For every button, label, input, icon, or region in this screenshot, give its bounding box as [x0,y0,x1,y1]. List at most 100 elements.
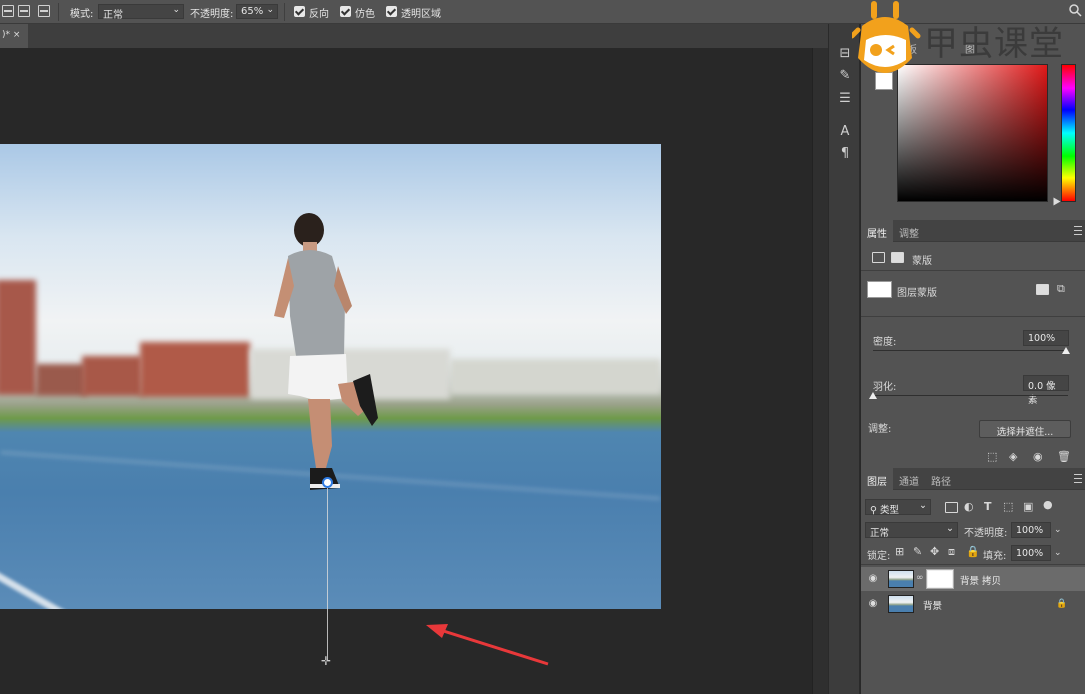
fill-label: 填充: [983,551,1007,562]
runner-figure [274,213,378,490]
chevron-down-icon: ⌄ [946,523,954,534]
pixel-mask-icon[interactable] [872,252,885,263]
watermark-text: 甲虫课堂 [924,24,1064,64]
layer-mask-thumbnail[interactable] [867,281,892,298]
filter-adjustment-icon[interactable]: ◐ [964,501,974,513]
filter-smart-object-icon[interactable]: ▣ [1023,501,1033,513]
layer-row-background-copy[interactable]: ◉ ∞ 背景 拷贝 [861,567,1085,591]
filter-shape-icon[interactable]: ⬚ [1003,501,1013,513]
blend-mode-value: 正常 [870,528,890,539]
mode-value: 正常 [103,10,123,21]
filter-type-icon[interactable]: T [984,501,992,513]
adjustments-icon[interactable]: ☰ [837,91,853,107]
panel-menu-icon[interactable] [1074,226,1082,235]
chevron-down-icon[interactable]: ⌄ [1054,547,1062,559]
panel-tool-strip: « ⊟ ✎ ☰ A ¶ [828,24,860,694]
gradient-start-point[interactable] [322,477,333,488]
transparency-checkbox[interactable] [386,6,397,17]
lock-artboard-icon[interactable]: ⧈ [948,546,955,558]
filter-pixel-icon[interactable] [945,502,958,513]
lock-all-icon[interactable]: 🔒 [966,546,980,558]
fill-value: 100% [1016,548,1044,559]
add-vector-mask-icon[interactable]: ⧉ [1057,283,1065,295]
layer-name: 背景 拷贝 [960,576,1002,587]
visibility-eye-icon[interactable]: ◉ [1033,451,1043,463]
layer-opacity-field[interactable]: 100% [1011,522,1051,538]
hue-slider[interactable] [1061,64,1076,202]
gradient-diamond-icon[interactable] [38,5,50,17]
right-panels: 板 图 属性 调整 蒙版 图层蒙版 ⧉ 密度: 100% 羽化: 0.0 像素 … [861,24,1085,694]
tab-properties[interactable]: 属性 [861,220,893,242]
document-image[interactable] [0,144,661,609]
paragraph-icon[interactable]: ¶ [837,146,853,162]
character-icon[interactable]: A [837,124,853,140]
blend-mode-select[interactable]: 正常 ⌄ [865,522,958,539]
vertical-scrollbar[interactable] [812,48,828,694]
layer-filter-value: 类型 [880,505,900,516]
visibility-eye-icon[interactable]: ◉ [867,598,879,610]
history-icon[interactable]: ⊟ [837,46,853,62]
gradient-linear-icon[interactable] [2,5,14,17]
density-slider-thumb[interactable] [1062,347,1070,354]
chevron-down-icon[interactable]: ⌄ [1054,524,1062,536]
density-value: 100% [1028,333,1056,344]
visibility-eye-icon[interactable]: ◉ [867,573,879,585]
layer-thumbnail [888,570,914,588]
track-lane-line [0,539,185,609]
tab-adjustments[interactable]: 调整 [893,220,925,242]
panel-menu-icon[interactable] [1074,474,1082,483]
add-pixel-mask-icon[interactable] [1036,284,1049,295]
apply-mask-icon[interactable]: ◈ [1009,451,1017,463]
feather-slider-thumb[interactable] [869,392,877,399]
mode-select[interactable]: 正常 ⌄ [98,4,184,21]
brush-settings-icon[interactable]: ✎ [837,68,853,84]
document-tab[interactable]: )* × [0,24,28,48]
reverse-checkbox[interactable] [294,6,305,17]
crosshair-cursor-icon: ✛ [321,654,332,668]
filter-toggle-icon[interactable]: ● [1043,499,1053,511]
gradient-radial-icon[interactable] [18,5,30,17]
properties-tabbar: 属性 调整 [861,220,1085,242]
hue-slider-thumb[interactable] [1053,197,1061,206]
reverse-label: 反向 [309,9,329,20]
layer-mask-thumbnail[interactable] [926,569,954,589]
select-and-mask-button[interactable]: 选择并遮住... [979,420,1071,438]
lock-label: 锁定: [867,551,891,562]
layer-row-background[interactable]: ◉ 背景 🔒 [861,592,1085,616]
density-slider[interactable] [873,350,1068,351]
density-field[interactable]: 100% [1023,330,1069,346]
lock-image-icon[interactable]: ✎ [913,546,922,558]
document-tab-strip: )* × [0,24,828,48]
layers-tabbar: 图层 通道 路径 [861,468,1085,490]
layer-filter-select[interactable]: ⚲ 类型 ⌄ [865,499,931,516]
opacity-value: 65% [241,6,264,17]
search-icon: ⚲ [870,505,877,516]
divider [58,3,59,21]
tab-paths[interactable]: 路径 [925,468,957,490]
lock-position-icon[interactable]: ✥ [930,546,939,558]
dither-label: 仿色 [355,9,375,20]
load-selection-icon[interactable]: ⬚ [987,451,997,463]
layer-opacity-value: 100% [1016,525,1044,536]
chain-link-icon[interactable]: ∞ [916,572,924,584]
trash-icon[interactable]: 🗑 [1057,451,1071,463]
tab-layers[interactable]: 图层 [861,468,893,490]
fill-field[interactable]: 100% [1011,545,1051,561]
feather-label: 羽化: [873,382,897,393]
opacity-field[interactable]: 65% ⌄ [236,4,278,19]
dither-checkbox[interactable] [340,6,351,17]
gradient-guide-line [327,488,328,660]
chevron-down-icon: ⌄ [919,500,927,511]
watermark-logo: 甲虫课堂 [852,0,1085,82]
vector-mask-icon[interactable] [891,252,904,263]
tab-channels[interactable]: 通道 [893,468,925,490]
feather-field[interactable]: 0.0 像素 [1023,375,1069,406]
layer-opacity-label: 不透明度: [964,528,1008,539]
color-picker-field[interactable] [897,64,1048,202]
mask-label: 蒙版 [912,256,932,267]
adjust-label: 调整: [868,424,892,435]
lock-transparent-icon[interactable]: ⊞ [895,546,904,558]
feather-slider[interactable] [873,395,1068,396]
divider [284,3,285,21]
layer-thumbnail [888,595,914,613]
